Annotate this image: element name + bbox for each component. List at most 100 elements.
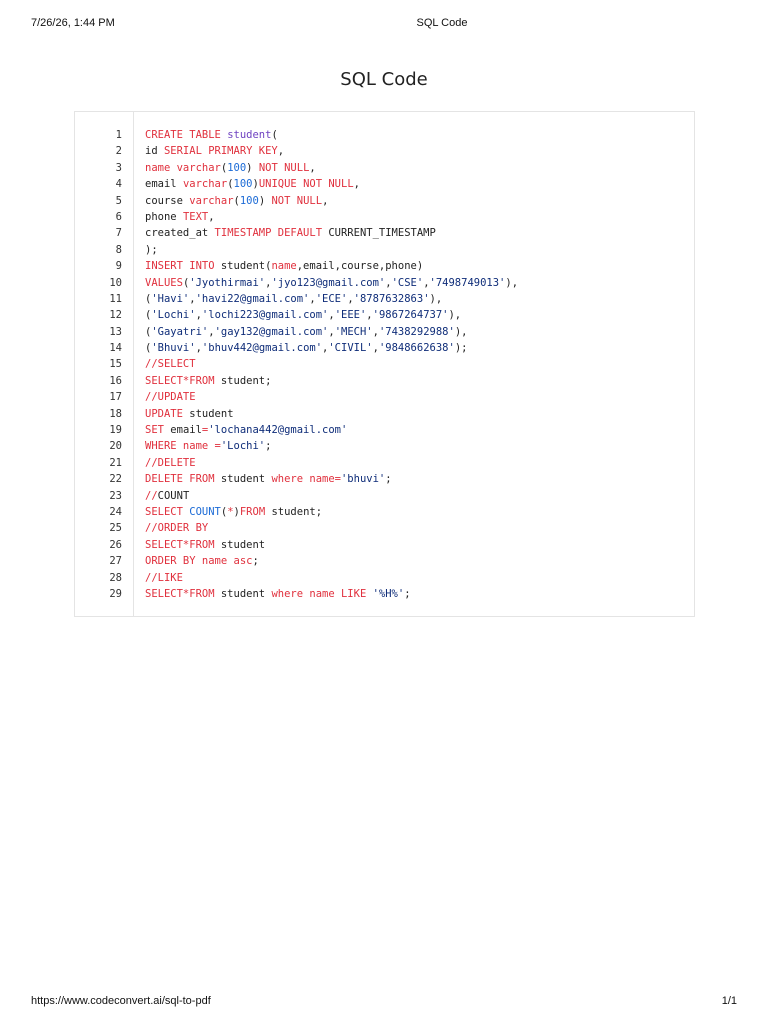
code-line: SET email='lochana442@gmail.com' bbox=[145, 422, 686, 438]
code-token: TEXT bbox=[182, 210, 209, 223]
code-token: ; bbox=[385, 473, 392, 486]
code-token: SET bbox=[145, 424, 171, 437]
code-token: 'ECE' bbox=[315, 292, 348, 305]
code-token: 'EEE' bbox=[334, 309, 367, 322]
code-token: SELECT*FROM bbox=[145, 374, 221, 387]
code-line: SELECT COUNT(*)FROM student; bbox=[145, 504, 686, 520]
code-line: id SERIAL PRIMARY KEY, bbox=[145, 143, 686, 159]
code-token: ), bbox=[448, 309, 462, 322]
code-token: ), bbox=[454, 325, 468, 338]
line-number: 17 bbox=[109, 391, 122, 404]
code-token: ; bbox=[252, 555, 259, 568]
code-line: VALUES('Jyothirmai','jyo123@gmail.com','… bbox=[145, 275, 686, 291]
line-number: 18 bbox=[109, 407, 122, 420]
code-token: student bbox=[189, 407, 234, 420]
code-line: ('Gayatri','gay132@gmail.com','MECH','74… bbox=[145, 324, 686, 340]
page-title: SQL Code bbox=[340, 69, 428, 90]
line-number: 29 bbox=[109, 587, 122, 600]
code-token: SELECT bbox=[145, 505, 190, 518]
print-footer-url: https://www.codeconvert.ai/sql-to-pdf bbox=[31, 995, 211, 1007]
code-token: 'havi22@gmail.com' bbox=[195, 292, 310, 305]
line-number: 15 bbox=[109, 358, 122, 371]
line-number: 25 bbox=[109, 522, 122, 535]
code-line: SELECT*FROM student bbox=[145, 537, 686, 553]
code-line: name varchar(100) NOT NULL, bbox=[145, 160, 686, 176]
code-token: DELETE FROM bbox=[145, 473, 221, 486]
code-line: ('Havi','havi22@gmail.com','ECE','878763… bbox=[145, 291, 686, 307]
code-block: 1 2 3 4 5 6 7 8 9 10 11 12 13 14 15 16 17 18 19 20 21 22 23 24 2… bbox=[74, 111, 695, 617]
code-token: ) bbox=[246, 161, 259, 174]
code-token: student( bbox=[220, 260, 272, 273]
code-token: ,email,course,phone) bbox=[296, 260, 424, 273]
code-token: student bbox=[220, 473, 272, 486]
line-number: 13 bbox=[109, 325, 122, 338]
code-token: , bbox=[353, 178, 360, 191]
line-number: 5 bbox=[115, 194, 122, 207]
code-line: INSERT INTO student(name,email,course,ph… bbox=[145, 258, 686, 274]
code-token: 'Bhuvi' bbox=[151, 342, 196, 355]
code-token: '7498749013' bbox=[429, 276, 506, 289]
code-line: created_at TIMESTAMP DEFAULT CURRENT_TIM… bbox=[145, 225, 686, 241]
code-token: ; bbox=[404, 587, 411, 600]
code-token: // bbox=[145, 489, 158, 502]
code-token: ); bbox=[454, 342, 468, 355]
code-line: ); bbox=[145, 242, 686, 258]
code-token: created_at bbox=[145, 227, 215, 240]
code-token: student bbox=[220, 587, 272, 600]
code-token: ), bbox=[505, 276, 519, 289]
line-number: 7 bbox=[115, 227, 122, 240]
code-token: UPDATE bbox=[145, 407, 190, 420]
code-token: '%H%' bbox=[372, 587, 405, 600]
line-number: 26 bbox=[109, 538, 122, 551]
code-token: SELECT*FROM bbox=[145, 538, 221, 551]
code-token: email bbox=[170, 424, 202, 437]
code-token: NOT NULL bbox=[258, 161, 310, 174]
line-number: 1 bbox=[115, 129, 122, 141]
code-token: 'MECH' bbox=[334, 325, 373, 338]
code-token: //UPDATE bbox=[145, 391, 196, 404]
line-number: 2 bbox=[115, 145, 122, 158]
line-number-gutter: 1 2 3 4 5 6 7 8 9 10 11 12 13 14 15 16 17 18 19 20 21 22 23 24 2… bbox=[75, 112, 134, 616]
code-token: email bbox=[145, 178, 183, 191]
code-token: 'jyo123@gmail.com' bbox=[271, 276, 386, 289]
code-token: SERIAL PRIMARY KEY bbox=[163, 145, 278, 158]
code-token: FROM bbox=[239, 505, 272, 518]
code-line: SELECT*FROM student where name LIKE '%H%… bbox=[145, 586, 686, 602]
code-line: //DELETE bbox=[145, 455, 686, 471]
code-token: , bbox=[208, 210, 215, 223]
code-token: CURRENT_TIMESTAMP bbox=[328, 227, 436, 240]
line-numbers: 1 2 3 4 5 6 7 8 9 10 11 12 13 14 15 16 17 18 19 20 21 22 23 24 2… bbox=[75, 127, 122, 602]
code-token: 'Lochi' bbox=[220, 440, 266, 453]
code-token: SELECT*FROM bbox=[145, 587, 221, 600]
line-number: 24 bbox=[109, 505, 122, 518]
code-token: name bbox=[271, 260, 297, 273]
line-number: 16 bbox=[109, 374, 122, 387]
line-number: 11 bbox=[109, 292, 122, 305]
code-token: name varchar bbox=[145, 161, 221, 174]
code-line: //ORDER BY bbox=[145, 520, 686, 536]
code-line: //SELECT bbox=[145, 356, 686, 372]
code-token: CREATE TABLE bbox=[145, 129, 228, 141]
code-token: where name= bbox=[271, 473, 341, 486]
code-token: //ORDER BY bbox=[145, 522, 209, 535]
code-token: '9848662638' bbox=[378, 342, 455, 355]
line-number: 23 bbox=[109, 489, 122, 502]
code-line: DELETE FROM student where name='bhuvi'; bbox=[145, 471, 686, 487]
line-number: 12 bbox=[109, 309, 122, 322]
code-token: 'Havi' bbox=[151, 292, 190, 305]
line-number: 8 bbox=[115, 243, 122, 256]
line-number: 19 bbox=[109, 424, 122, 437]
code-line: ('Bhuvi','bhuv442@gmail.com','CIVIL','98… bbox=[145, 340, 686, 356]
code-token: phone bbox=[145, 210, 183, 223]
code-token: 'lochi223@gmail.com' bbox=[201, 309, 329, 322]
line-number: 27 bbox=[109, 555, 122, 568]
line-number: 4 bbox=[115, 178, 122, 191]
code-token: //SELECT bbox=[145, 358, 196, 371]
code-token: //DELETE bbox=[145, 456, 196, 469]
line-number: 21 bbox=[109, 456, 122, 469]
code-token: 'gay132@gmail.com' bbox=[214, 325, 329, 338]
code-token: ) bbox=[258, 194, 272, 207]
code-line: course varchar(100) NOT NULL, bbox=[145, 193, 686, 209]
code-token: 'Jyothirmai' bbox=[189, 276, 266, 289]
code-token: student; bbox=[220, 374, 272, 387]
